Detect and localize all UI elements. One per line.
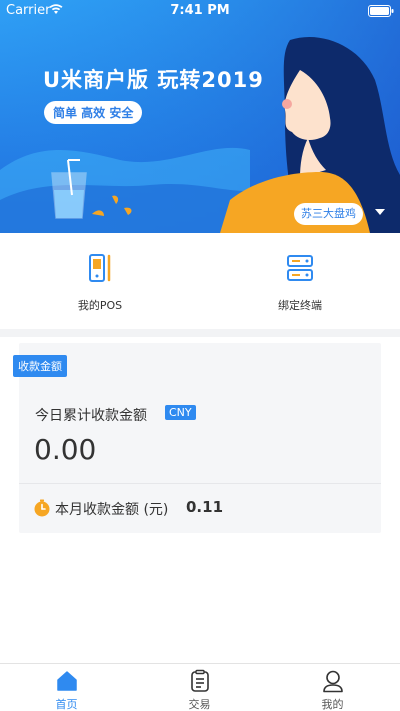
collection-tag: 收款金额 [13, 355, 67, 377]
merchant-selector[interactable]: 苏三大盘鸡 [294, 203, 363, 225]
banner-title: U米商户版 玩转2019 [43, 68, 264, 92]
stopwatch-icon [34, 499, 50, 517]
caret-down-icon[interactable] [375, 209, 385, 215]
tab-bar: 首页 交易 我的 [0, 663, 400, 711]
status-bar: Carrier 7:41 PM [0, 0, 400, 22]
action-label: 我的POS [77, 299, 123, 312]
banner-slogan: 简单 高效 安全 [44, 101, 143, 124]
card-divider [19, 483, 381, 484]
currency-badge: CNY [165, 405, 196, 420]
battery-icon [368, 5, 394, 17]
pos-device-icon [89, 254, 111, 282]
status-time: 7:41 PM [170, 3, 230, 18]
server-terminal-icon [287, 255, 313, 281]
tab-home[interactable]: 首页 [0, 664, 133, 711]
clipboard-icon [191, 669, 209, 692]
home-banner[interactable]: Carrier 7:41 PM U米商户版 玩转2019 简单 高效 安全 苏三… [0, 0, 400, 233]
today-amount: 0.00 [34, 433, 97, 466]
tab-label: 首页 [55, 698, 78, 711]
tab-transactions[interactable]: 交易 [133, 664, 266, 711]
home-icon [57, 671, 77, 691]
section-divider [0, 329, 400, 337]
month-total-label: 本月收款金额 (元) [55, 502, 169, 518]
month-amount: 0.11 [186, 498, 224, 516]
action-label: 绑定终端 [278, 299, 322, 312]
tab-label: 我的 [321, 698, 344, 711]
action-bind-terminal[interactable]: 绑定终端 [200, 233, 400, 329]
action-my-pos[interactable]: 我的POS [0, 233, 200, 329]
today-total-label: 今日累计收款金额 [35, 408, 147, 424]
tab-label: 交易 [188, 698, 211, 711]
collection-card: 今日累计收款金额 CNY 0.00 本月收款金额 (元) 0.11 [19, 343, 381, 533]
quick-actions: 我的POS 绑定终端 [0, 233, 400, 329]
user-icon [323, 670, 343, 693]
tab-profile[interactable]: 我的 [266, 664, 399, 711]
